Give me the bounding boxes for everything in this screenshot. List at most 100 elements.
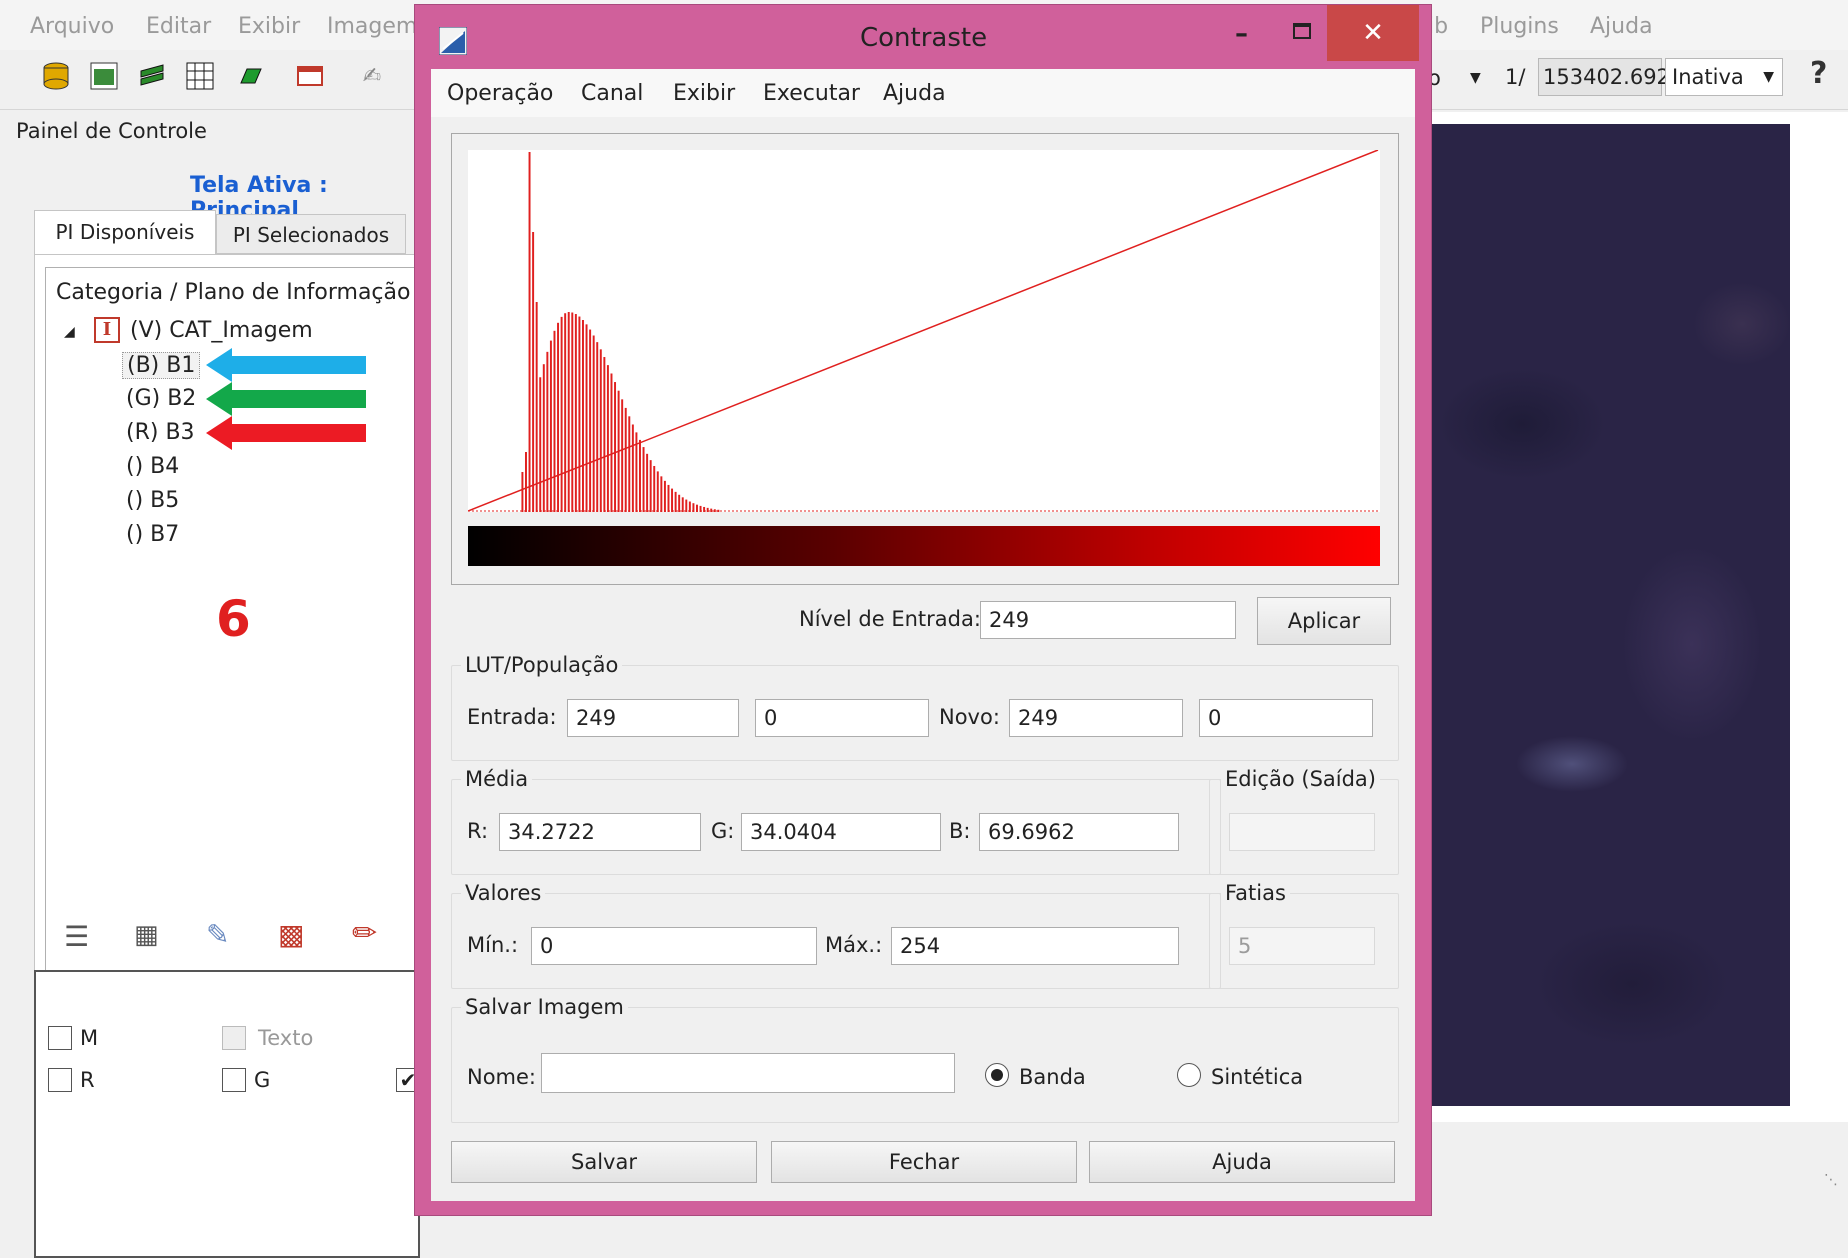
menu-imagem[interactable]: Imagem [327, 14, 417, 39]
dialog-title-bar[interactable]: Contraste – ✕ [415, 5, 1431, 69]
histogram-bar [560, 316, 563, 512]
table-icon[interactable]: ▦ [134, 920, 159, 950]
histogram-bar [603, 357, 606, 512]
checkbox-texto[interactable] [222, 1026, 246, 1050]
tab-pi-disponiveis[interactable]: PI Disponíveis [34, 210, 216, 254]
dialog-body: Operação Canal Exibir Executar Ajuda Nív… [431, 69, 1415, 1201]
histogram-bar [535, 302, 538, 512]
state-select-value: Inativa [1672, 65, 1744, 89]
tree-container: Categoria / Plano de Informação ◢ I (V) … [45, 267, 425, 987]
menu-plugins[interactable]: Plugins [1480, 14, 1559, 39]
database-icon[interactable] [40, 60, 72, 92]
help-icon[interactable]: ? [1810, 56, 1827, 91]
histogram-bar [642, 447, 645, 512]
histogram-bar [660, 476, 663, 512]
layers-icon[interactable] [136, 60, 168, 92]
band-item-b1[interactable]: (B) B1 [122, 352, 201, 379]
histogram-bar [631, 424, 634, 512]
histogram-bar [663, 480, 666, 512]
minimize-icon[interactable]: – [1235, 19, 1248, 49]
fechar-button[interactable]: Fechar [771, 1141, 1077, 1183]
resize-grip-icon[interactable]: ⋱ [1824, 1172, 1838, 1188]
nome-field[interactable] [541, 1053, 955, 1093]
display-select-partial[interactable]: o ▼ [1428, 60, 1498, 96]
novo-field[interactable]: 249 [1009, 699, 1183, 737]
menu-exibir[interactable]: Exibir [238, 14, 300, 39]
pointer-icon[interactable]: ✍ [356, 60, 388, 92]
checkbox-m[interactable] [48, 1026, 72, 1050]
salvar-button[interactable]: Salvar [451, 1141, 757, 1183]
chart-icon[interactable]: ▩ [278, 918, 304, 951]
control-panel-title: Painel de Controle [16, 119, 207, 143]
media-group-title: Média [461, 767, 533, 791]
max-label: Máx.: [825, 933, 883, 957]
histogram-plot[interactable] [468, 150, 1380, 512]
band-item-b7[interactable]: () B7 [126, 522, 179, 547]
histogram-bar [549, 340, 552, 512]
close-icon[interactable]: ✕ [1327, 5, 1419, 61]
entrada-population-field[interactable]: 0 [755, 699, 929, 737]
menu-ajuda-dialog[interactable]: Ajuda [883, 81, 946, 106]
media-r-field[interactable]: 34.2722 [499, 813, 701, 851]
max-field[interactable]: 254 [891, 927, 1179, 965]
histogram-bar [639, 439, 641, 512]
tab-pi-selecionados[interactable]: PI Selecionados [216, 214, 406, 254]
tree-panel: Categoria / Plano de Informação ◢ I (V) … [34, 254, 425, 1000]
entrada-field[interactable]: 249 [567, 699, 739, 737]
state-select[interactable]: Inativa ▼ [1665, 58, 1783, 96]
valores-group-title: Valores [461, 881, 546, 905]
menu-editar[interactable]: Editar [146, 14, 211, 39]
radio-sintetica[interactable] [1177, 1063, 1201, 1087]
histogram-bar [539, 377, 542, 512]
list-icon[interactable]: ☰ [64, 920, 89, 953]
scale-input[interactable]: 153402.692 [1538, 58, 1670, 96]
ajuda-button[interactable]: Ajuda [1089, 1141, 1395, 1183]
menu-executar[interactable]: Executar [763, 81, 860, 106]
menu-exibir-dialog[interactable]: Exibir [673, 81, 735, 106]
histogram-bar [578, 316, 581, 512]
edicao-field [1229, 813, 1375, 851]
dialog-menu-bar: Operação Canal Exibir Executar Ajuda [431, 69, 1415, 117]
window-icon[interactable] [294, 60, 326, 92]
media-b-field[interactable]: 69.6962 [979, 813, 1179, 851]
panel-toolbar: ☰ ▦ ✎ ▩ ✏ [34, 910, 420, 966]
checkbox-r[interactable] [48, 1068, 72, 1092]
category-item[interactable]: (V) CAT_Imagem [130, 318, 313, 343]
band-item-b5[interactable]: () B5 [126, 488, 179, 513]
radio-banda[interactable] [985, 1063, 1009, 1087]
map-canvas[interactable]: ⋱ [1420, 112, 1848, 1188]
histogram-bar [567, 312, 570, 512]
novo-population-field[interactable]: 0 [1199, 699, 1373, 737]
histogram-bar [649, 460, 652, 512]
histogram-bar [585, 324, 588, 512]
checkbox-g[interactable] [222, 1068, 246, 1092]
satellite-image[interactable] [1432, 124, 1790, 1106]
edit-tool-icon[interactable]: ✎ [206, 918, 229, 951]
parallelogram-icon[interactable] [232, 60, 264, 92]
band-item-b3[interactable]: (R) B3 [126, 420, 195, 445]
histogram-bar [596, 342, 599, 512]
grid-icon[interactable] [184, 60, 216, 92]
menu-operacao[interactable]: Operação [447, 81, 553, 106]
tab-label: PI Disponíveis [55, 220, 195, 244]
min-field[interactable]: 0 [531, 927, 817, 965]
histogram-bar [542, 364, 545, 512]
histogram-bar [688, 501, 691, 512]
input-level-field[interactable]: 249 [980, 601, 1236, 639]
media-g-field[interactable]: 34.0404 [741, 813, 941, 851]
image-register-icon[interactable] [88, 60, 120, 92]
band-item-b2[interactable]: (G) B2 [126, 386, 196, 411]
band-item-b4[interactable]: () B4 [126, 454, 179, 479]
pencil-icon[interactable]: ✏ [352, 916, 377, 951]
fatias-field: 5 [1229, 927, 1375, 965]
menu-canal[interactable]: Canal [581, 81, 643, 106]
color-channel-box: M Texto R G ✔ [34, 970, 420, 1258]
checkbox-g-label: G [254, 1068, 271, 1092]
apply-button[interactable]: Aplicar [1257, 597, 1391, 645]
histogram-bar [681, 497, 684, 512]
histogram-bar [592, 335, 595, 512]
maximize-icon[interactable] [1293, 23, 1311, 39]
expand-triangle-icon[interactable]: ◢ [64, 324, 75, 340]
menu-arquivo[interactable]: Arquivo [30, 14, 114, 39]
menu-ajuda[interactable]: Ajuda [1590, 14, 1653, 39]
